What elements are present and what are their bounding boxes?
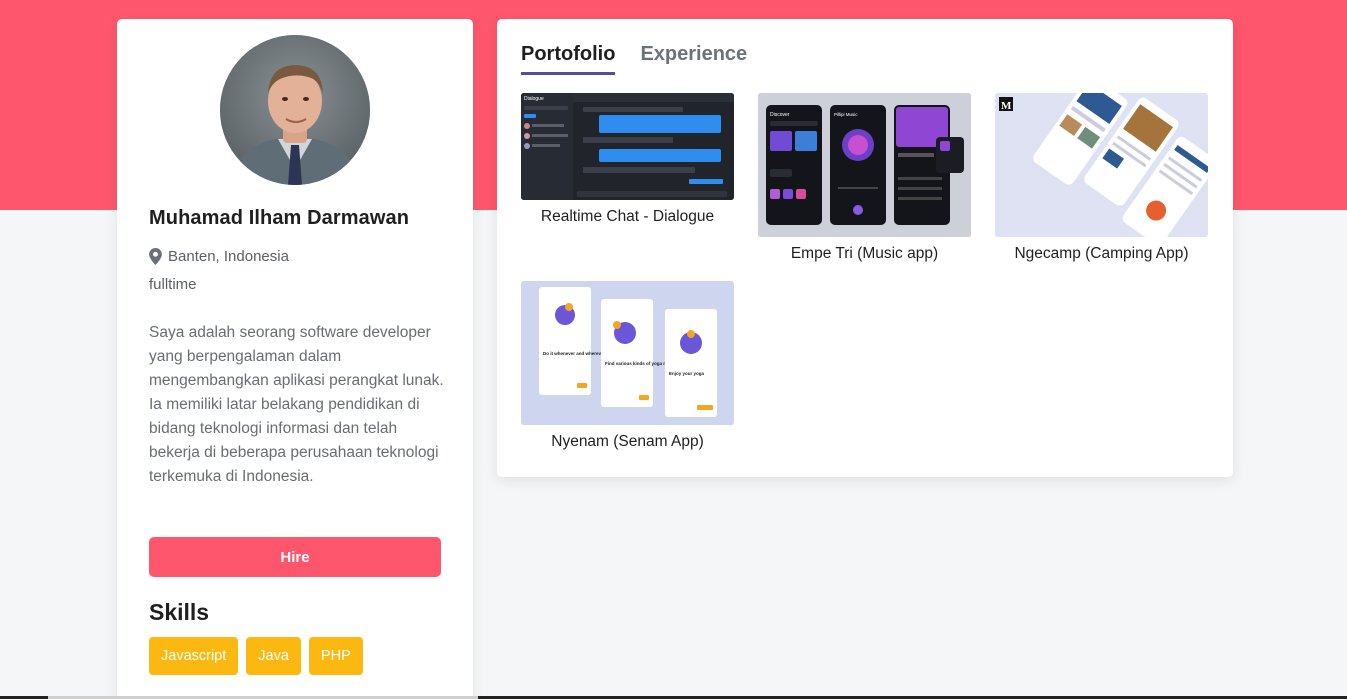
portfolio-thumbnail[interactable]: Do it whenever and wherever Find various…	[521, 281, 734, 425]
portfolio-item-senam[interactable]: Do it whenever and wherever Find various…	[521, 281, 734, 451]
tab-portofolio[interactable]: Portofolio	[521, 43, 616, 75]
exercise-text-1: Do it whenever and wherever	[543, 351, 606, 356]
music-header: Discover	[770, 112, 790, 118]
hire-button[interactable]: Hire	[149, 537, 441, 577]
camping-app-screenshot: M	[995, 93, 1208, 237]
map-pin-icon	[149, 248, 162, 265]
skill-badge: Javascript	[149, 637, 239, 675]
skill-badge: PHP	[308, 637, 363, 675]
portfolio-item-dialogue[interactable]: Dialogue Realtime Chat - Dialogue	[521, 93, 734, 226]
avatar	[220, 35, 370, 185]
chat-app-screenshot: Dialogue	[521, 93, 734, 200]
tab-experience[interactable]: Experience	[640, 43, 747, 75]
profile-location: Banten, Indonesia	[149, 248, 289, 265]
portfolio-thumbnail[interactable]: Discover Pillipi Music	[758, 93, 971, 237]
location-text: Banten, Indonesia	[168, 248, 289, 265]
dialogue-app-name: Dialogue	[524, 96, 544, 102]
music-app-screenshot: Discover Pillipi Music	[758, 93, 971, 237]
portfolio-thumbnail[interactable]: Dialogue	[521, 93, 734, 200]
portfolio-title[interactable]: Empe Tri (Music app)	[758, 245, 971, 263]
music-playlist: Pillipi Music	[834, 112, 858, 117]
tab-bar: Portofolio Experience	[521, 43, 747, 75]
portfolio-card: Portofolio Experience Dialogue Realtime …	[497, 19, 1233, 477]
portfolio-item-music[interactable]: Discover Pillipi Music Empe Tri (Music a…	[758, 93, 971, 263]
skills-heading: Skills	[149, 599, 210, 625]
skills-list: Javascript Java PHP	[149, 637, 363, 675]
portfolio-title[interactable]: Nyenam (Senam App)	[521, 433, 734, 451]
portfolio-title[interactable]: Realtime Chat - Dialogue	[521, 208, 734, 226]
job-type: fulltime	[149, 276, 197, 293]
skill-badge: Java	[246, 637, 301, 675]
profile-card: Muhamad Ilham Darmawan Banten, Indonesia…	[117, 19, 473, 699]
portfolio-thumbnail[interactable]: M	[995, 93, 1208, 237]
exercise-app-screenshot: Do it whenever and wherever Find various…	[521, 281, 734, 425]
avatar-photo	[220, 35, 370, 185]
profile-name: Muhamad Ilham Darmawan	[149, 207, 410, 229]
medium-logo: M	[1001, 100, 1012, 112]
portfolio-item-camping[interactable]: M Ngecamp (Camping App)	[995, 93, 1208, 263]
svg-text:Do it whenever and wherever: Do it whenever and wherever	[543, 351, 606, 356]
portfolio-title[interactable]: Ngecamp (Camping App)	[995, 245, 1208, 263]
exercise-text-3: Enjoy your yoga	[669, 371, 705, 376]
profile-bio: Saya adalah seorang software developer y…	[149, 324, 444, 485]
